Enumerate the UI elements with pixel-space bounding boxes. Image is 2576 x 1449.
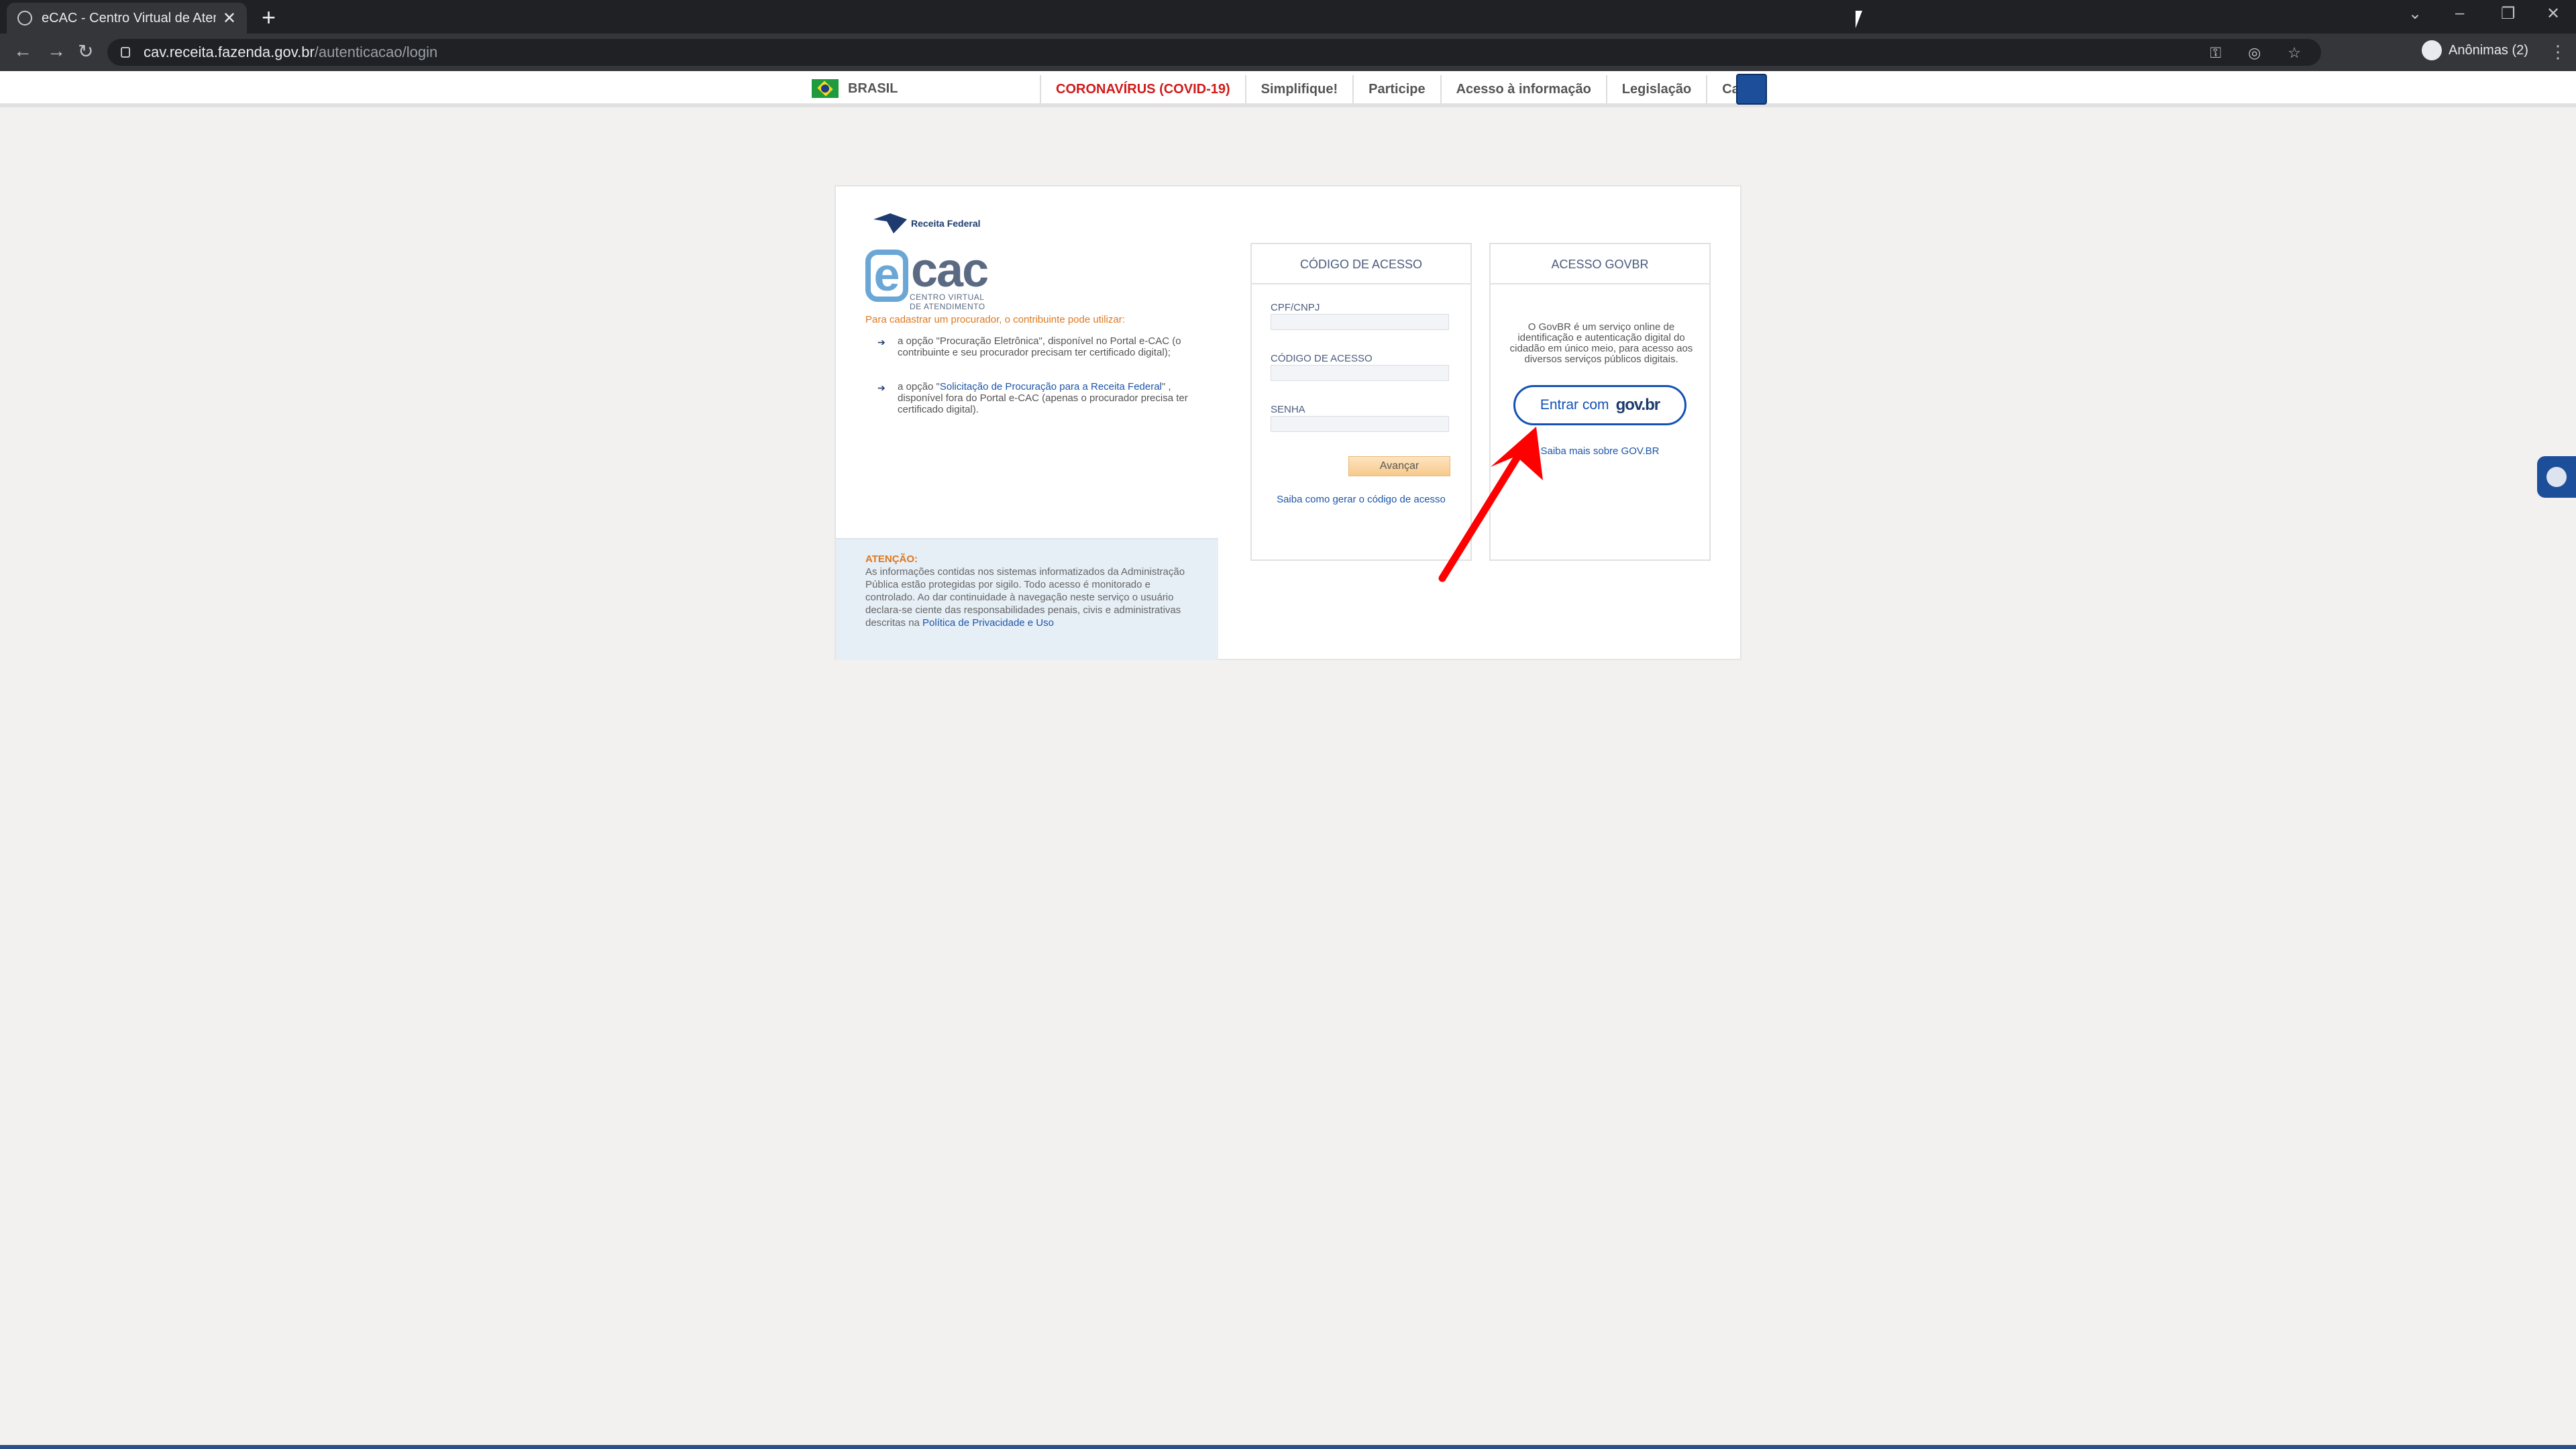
login-card: Receita Federal e cac CENTRO VIRTUAL DE …	[835, 185, 1741, 660]
cpf-input[interactable]	[1271, 314, 1449, 330]
nav-legislacao[interactable]: Legislação	[1605, 75, 1706, 103]
govbr-description: O GovBR é um serviço online de identific…	[1509, 321, 1693, 365]
brasil-label: BRASIL	[848, 80, 898, 96]
close-icon[interactable]: ✕	[223, 9, 236, 28]
brasil-link[interactable]: BRASIL	[812, 79, 898, 98]
back-button[interactable]: ←	[13, 40, 32, 62]
ecac-sub-line-1: CENTRO VIRTUAL	[910, 292, 985, 302]
forward-button[interactable]: →	[47, 40, 66, 62]
incognito-icon	[2422, 40, 2442, 60]
senha-label: SENHA	[1271, 404, 1305, 415]
solicitacao-procuracao-link[interactable]: Solicitação de Procuração para a Receita…	[940, 381, 1162, 392]
omnibox-icons: ⚿ ◎ ☆	[2210, 44, 2301, 62]
procurador-intro: Para cadastrar um procurador, o contribu…	[865, 314, 1125, 325]
option-1-text: a opção "Procuração Eletrônica", disponí…	[898, 335, 1181, 358]
mouse-cursor-icon	[1856, 11, 1862, 28]
option-procuracao-eletronica: ➔ a opção "Procuração Eletrônica", dispo…	[877, 335, 1213, 358]
codigo-input[interactable]	[1271, 365, 1449, 381]
lock-icon	[121, 47, 130, 58]
gov-bar: BRASIL CORONAVÍRUS (COVID-19) Simplifiqu…	[0, 71, 2576, 107]
url-input[interactable]: cav.receita.fazenda.gov.br/autenticacao/…	[107, 39, 2321, 66]
browser-tab[interactable]: eCAC - Centro Virtual de Atendim ✕	[7, 3, 247, 34]
codigo-acesso-title: CÓDIGO DE ACESSO	[1252, 244, 1470, 284]
receita-federal-logo: Receita Federal	[873, 213, 981, 233]
chevron-down-icon[interactable]: ⌄	[2408, 4, 2422, 23]
privacy-policy-link[interactable]: Política de Privacidade e Uso	[922, 617, 1054, 629]
gov-nav: CORONAVÍRUS (COVID-19) Simplifique! Part…	[1040, 75, 1781, 103]
cpf-label: CPF/CNPJ	[1271, 302, 1320, 313]
entrar-com-govbr-button[interactable]: Entrar com gov.br	[1513, 385, 1686, 425]
star-icon[interactable]: ☆	[2288, 44, 2301, 62]
ecac-subtitle: CENTRO VIRTUAL DE ATENDIMENTO	[910, 292, 985, 311]
url-host: cav.receita.fazenda.gov.br	[144, 44, 315, 60]
ecac-sub-line-2: DE ATENDIMENTO	[910, 302, 985, 311]
receita-federal-icon	[873, 213, 907, 233]
reload-button[interactable]: ↻	[78, 40, 93, 62]
option-2-prefix: a opção "	[898, 381, 940, 392]
url-path: /autenticacao/login	[314, 44, 438, 60]
govbr-button-label: Entrar com	[1540, 397, 1609, 413]
codigo-label: CÓDIGO DE ACESSO	[1271, 353, 1373, 364]
govbr-title: ACESSO GOVBR	[1491, 244, 1709, 284]
arrow-bullet-icon: ➔	[877, 382, 885, 393]
new-tab-button[interactable]: +	[262, 4, 276, 31]
ecac-wordmark: cac	[911, 244, 989, 297]
eye-off-icon[interactable]: ◎	[2248, 44, 2261, 62]
nav-acesso-informacao[interactable]: Acesso à informação	[1440, 75, 1606, 103]
key-icon[interactable]: ⚿	[2210, 44, 2221, 62]
tab-title: eCAC - Centro Virtual de Atendim	[42, 10, 216, 25]
annotation-arrow-icon	[1438, 427, 1543, 582]
govbr-logo: gov.br	[1615, 396, 1661, 414]
globe-icon	[17, 11, 32, 25]
brazil-flag-icon	[812, 79, 839, 98]
nav-participe[interactable]: Participe	[1352, 75, 1440, 103]
attention-title: ATENÇÃO:	[865, 553, 918, 565]
menu-icon[interactable]: ⋮	[2549, 42, 2567, 62]
nav-simplifique[interactable]: Simplifique!	[1244, 75, 1352, 103]
address-bar: ← → ↻ cav.receita.fazenda.gov.br/autenti…	[0, 34, 2576, 71]
senha-input[interactable]	[1271, 416, 1449, 432]
ecac-e-icon: e	[865, 250, 908, 302]
arrow-bullet-icon: ➔	[877, 337, 885, 347]
vlibras-icon[interactable]	[2537, 456, 2576, 498]
rf-name: Receita Federal	[911, 218, 981, 229]
attention-box: ATENÇÃO: As informações contidas nos sis…	[836, 538, 1218, 660]
window-close-button[interactable]: ✕	[2546, 4, 2560, 23]
ecac-logo: e cac CENTRO VIRTUAL DE ATENDIMENTO	[865, 244, 989, 311]
minimize-button[interactable]: –	[2455, 4, 2464, 23]
option-solicitacao: ➔ a opção "Solicitação de Procuração par…	[877, 381, 1213, 415]
restore-button[interactable]: ❐	[2501, 4, 2516, 23]
accessibility-hand-icon[interactable]	[1736, 74, 1767, 105]
profile-button[interactable]: Anônimas (2)	[2422, 40, 2528, 60]
bottom-bar	[0, 1445, 2576, 1449]
nav-covid[interactable]: CORONAVÍRUS (COVID-19)	[1040, 75, 1245, 103]
profile-label: Anônimas (2)	[2449, 42, 2528, 58]
browser-tab-bar: eCAC - Centro Virtual de Atendim ✕ + ⌄ –…	[0, 0, 2576, 34]
